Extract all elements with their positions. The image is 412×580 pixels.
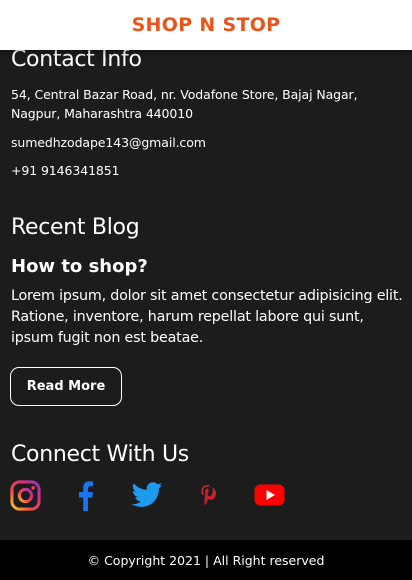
copyright-text: © Copyright 2021 | All Right reserved <box>87 552 325 568</box>
blog-post-body: Lorem ipsum, dolor sit amet consectetur … <box>11 288 403 346</box>
read-more-button[interactable]: Read More <box>10 367 122 406</box>
address-line-2: Nagpur, Maharashtra 440010 <box>11 106 193 121</box>
youtube-icon[interactable] <box>253 478 285 512</box>
blog-post-title: How to shop? <box>11 256 148 277</box>
twitter-icon[interactable] <box>131 478 163 512</box>
address-line-1: 54, Central Bazar Road, nr. Vodafone Sto… <box>11 87 358 102</box>
contact-address: 54, Central Bazar Road, nr. Vodafone Sto… <box>11 85 358 123</box>
facebook-icon[interactable] <box>74 478 96 512</box>
pinterest-icon[interactable] <box>198 478 218 512</box>
blog-section-title: Recent Blog <box>11 215 140 240</box>
footer: © Copyright 2021 | All Right reserved <box>0 540 412 580</box>
connect-title: Connect With Us <box>11 442 189 467</box>
instagram-icon[interactable] <box>9 478 41 512</box>
contact-phone[interactable]: +91 9146341851 <box>11 161 120 180</box>
contact-email[interactable]: sumedhzodape143@gmail.com <box>11 133 206 152</box>
top-bar: SHOP N STOP <box>0 0 412 50</box>
contact-title: Contact Info <box>11 47 142 72</box>
brand-logo[interactable]: SHOP N STOP <box>132 14 281 36</box>
page: SHOP N STOP Contact Info 54, Central Baz… <box>0 0 412 580</box>
